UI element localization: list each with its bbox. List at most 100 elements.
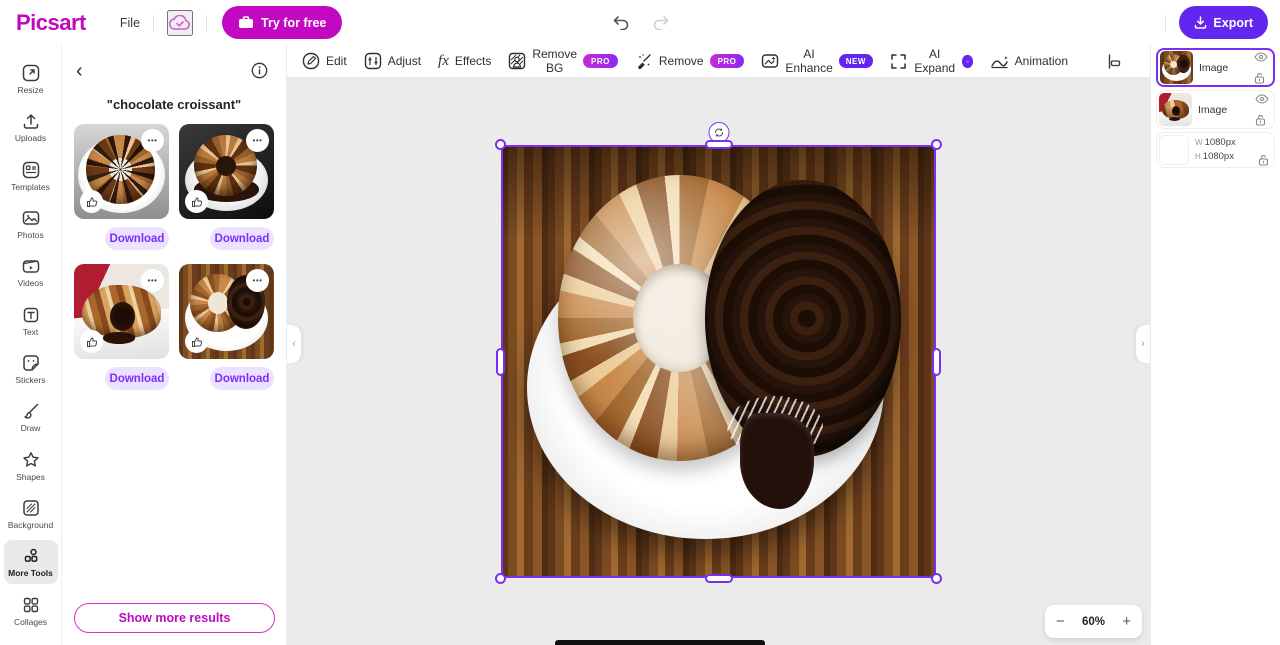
cloud-sync-button[interactable] <box>167 9 194 36</box>
sidebar-item-uploads[interactable]: Uploads <box>4 105 58 148</box>
canvas-area[interactable]: Edit Adjust fx Effects Remove BG PRO Rem… <box>287 45 1280 645</box>
more-options-button[interactable]: ••• <box>246 129 269 152</box>
templates-icon <box>21 160 41 180</box>
animation-tool[interactable]: Animation <box>990 54 1068 69</box>
result-image-1[interactable]: ••• <box>74 124 169 219</box>
search-results-panel: ‹ "chocolate croissant" ••• Download ••• <box>62 45 287 645</box>
sidebar-item-photos[interactable]: Photos <box>4 202 58 245</box>
download-button[interactable]: Download <box>210 227 274 250</box>
remove-bg-icon <box>508 52 526 70</box>
try-for-free-button[interactable]: Try for free <box>222 6 343 39</box>
export-button[interactable]: Export <box>1179 6 1268 39</box>
resize-handle-e[interactable] <box>932 347 941 376</box>
visibility-eye-icon[interactable] <box>1254 51 1268 62</box>
collapse-right-panel-tab[interactable]: › <box>1136 325 1150 363</box>
sidebar-label: Uploads <box>14 133 47 144</box>
picsart-editor-app: Picsart File Try for free Export Resize … <box>0 0 1280 645</box>
effects-tool[interactable]: fx Effects <box>438 53 491 70</box>
resize-handle-sw[interactable] <box>495 573 506 584</box>
position-button[interactable] <box>1102 49 1127 74</box>
download-button[interactable]: Download <box>210 367 274 390</box>
remove-tool[interactable]: Remove PRO <box>635 52 745 70</box>
ai-enhance-tool[interactable]: AI Enhance NEW <box>761 47 873 75</box>
layer-item-1[interactable]: Image <box>1156 48 1275 87</box>
thumbs-up-button[interactable] <box>185 190 208 213</box>
sidebar-item-stickers[interactable]: Stickers <box>4 347 58 390</box>
resize-handle-se[interactable] <box>931 573 942 584</box>
show-more-results-button[interactable]: Show more results <box>74 603 275 633</box>
adjust-tool[interactable]: Adjust <box>364 52 421 70</box>
zoom-in-button[interactable]: + <box>1122 613 1131 630</box>
more-options-button[interactable]: ••• <box>141 269 164 292</box>
sidebar-item-resize[interactable]: Resize <box>4 57 58 100</box>
sidebar-label: More Tools <box>8 568 53 579</box>
collapse-left-panel-tab[interactable]: ‹ <box>287 325 301 363</box>
file-menu[interactable]: File <box>120 16 140 30</box>
download-button[interactable]: Download <box>105 227 169 250</box>
redo-button[interactable] <box>648 11 674 34</box>
resize-handle-nw[interactable] <box>495 139 506 150</box>
adjust-sliders-icon <box>364 52 382 70</box>
sidebar-item-collages[interactable]: Collages <box>4 589 58 632</box>
layer-icons <box>1258 134 1269 166</box>
picsart-logo[interactable]: Picsart <box>16 10 86 36</box>
more-options-button[interactable]: ••• <box>246 269 269 292</box>
sidebar-label: Draw <box>20 423 41 434</box>
result-image-2[interactable]: ••• <box>179 124 274 219</box>
sidebar-item-shapes[interactable]: Shapes <box>4 444 58 487</box>
sidebar-item-draw[interactable]: Draw <box>4 395 58 438</box>
collages-icon <box>21 595 41 615</box>
resize-handle-ne[interactable] <box>931 139 942 150</box>
sidebar-item-videos[interactable]: Videos <box>4 250 58 293</box>
canvas-selected-image[interactable] <box>495 122 942 584</box>
sidebar-item-text[interactable]: Text <box>4 299 58 342</box>
star-icon <box>21 450 41 470</box>
sidebar-item-background[interactable]: Background <box>4 492 58 535</box>
result-image-3[interactable]: ••• <box>74 264 169 359</box>
sidebar-label: Templates <box>11 181 50 192</box>
resize-handle-w[interactable] <box>496 347 505 376</box>
zoom-level[interactable]: 60% <box>1082 616 1105 628</box>
briefcase-icon <box>238 16 254 29</box>
visibility-eye-icon[interactable] <box>1255 93 1269 104</box>
text-icon <box>21 305 41 325</box>
resize-handle-s[interactable] <box>704 574 733 583</box>
new-badge: NEW <box>838 54 873 68</box>
thumbs-up-button[interactable] <box>80 330 103 353</box>
result-item: ••• Download <box>74 124 169 264</box>
resize-handle-n[interactable] <box>704 140 733 149</box>
sidebar-label: Text <box>22 326 39 337</box>
thumbs-up-button[interactable] <box>80 190 103 213</box>
header: Picsart File Try for free Export <box>0 0 1280 45</box>
ai-expand-tool[interactable]: AI Expand ◦ <box>890 47 973 75</box>
sidebar-label: Background <box>7 520 54 531</box>
unlock-icon[interactable] <box>1255 114 1269 126</box>
header-right: Export <box>1152 0 1268 45</box>
canvas-dimensions: W 1080px H 1080px <box>1195 136 1258 164</box>
layer-item-2[interactable]: Image <box>1156 90 1275 129</box>
photos-icon <box>21 208 41 228</box>
sidebar-item-more-tools[interactable]: More Tools <box>3 540 58 584</box>
canvas-width-value: 1080px <box>1204 137 1236 149</box>
zoom-out-button[interactable]: − <box>1056 613 1065 630</box>
more-options-button[interactable]: ••• <box>141 129 164 152</box>
download-button[interactable]: Download <box>105 367 169 390</box>
unlock-icon[interactable] <box>1258 154 1269 166</box>
layer-thumbnail <box>1159 93 1192 126</box>
sidebar-label: Resize <box>17 85 44 95</box>
tool-label: AI Expand <box>914 47 956 75</box>
background-icon <box>21 498 41 518</box>
undo-button[interactable] <box>608 11 634 34</box>
tool-label: Edit <box>326 54 347 68</box>
edit-tool[interactable]: Edit <box>302 52 347 70</box>
info-button[interactable] <box>247 58 272 83</box>
background-layer-item[interactable]: W 1080px H 1080px <box>1156 132 1275 168</box>
sidebar-item-templates[interactable]: Templates <box>4 154 58 197</box>
unlock-icon[interactable] <box>1254 72 1268 84</box>
left-sidebar: Resize Uploads Templates Photos Videos T… <box>0 45 62 645</box>
result-image-4[interactable]: ••• <box>179 264 274 359</box>
thumbs-up-button[interactable] <box>185 330 208 353</box>
tool-label: Adjust <box>387 54 422 68</box>
remove-bg-tool[interactable]: Remove BG PRO <box>508 47 618 75</box>
back-button[interactable]: ‹ <box>76 61 83 81</box>
